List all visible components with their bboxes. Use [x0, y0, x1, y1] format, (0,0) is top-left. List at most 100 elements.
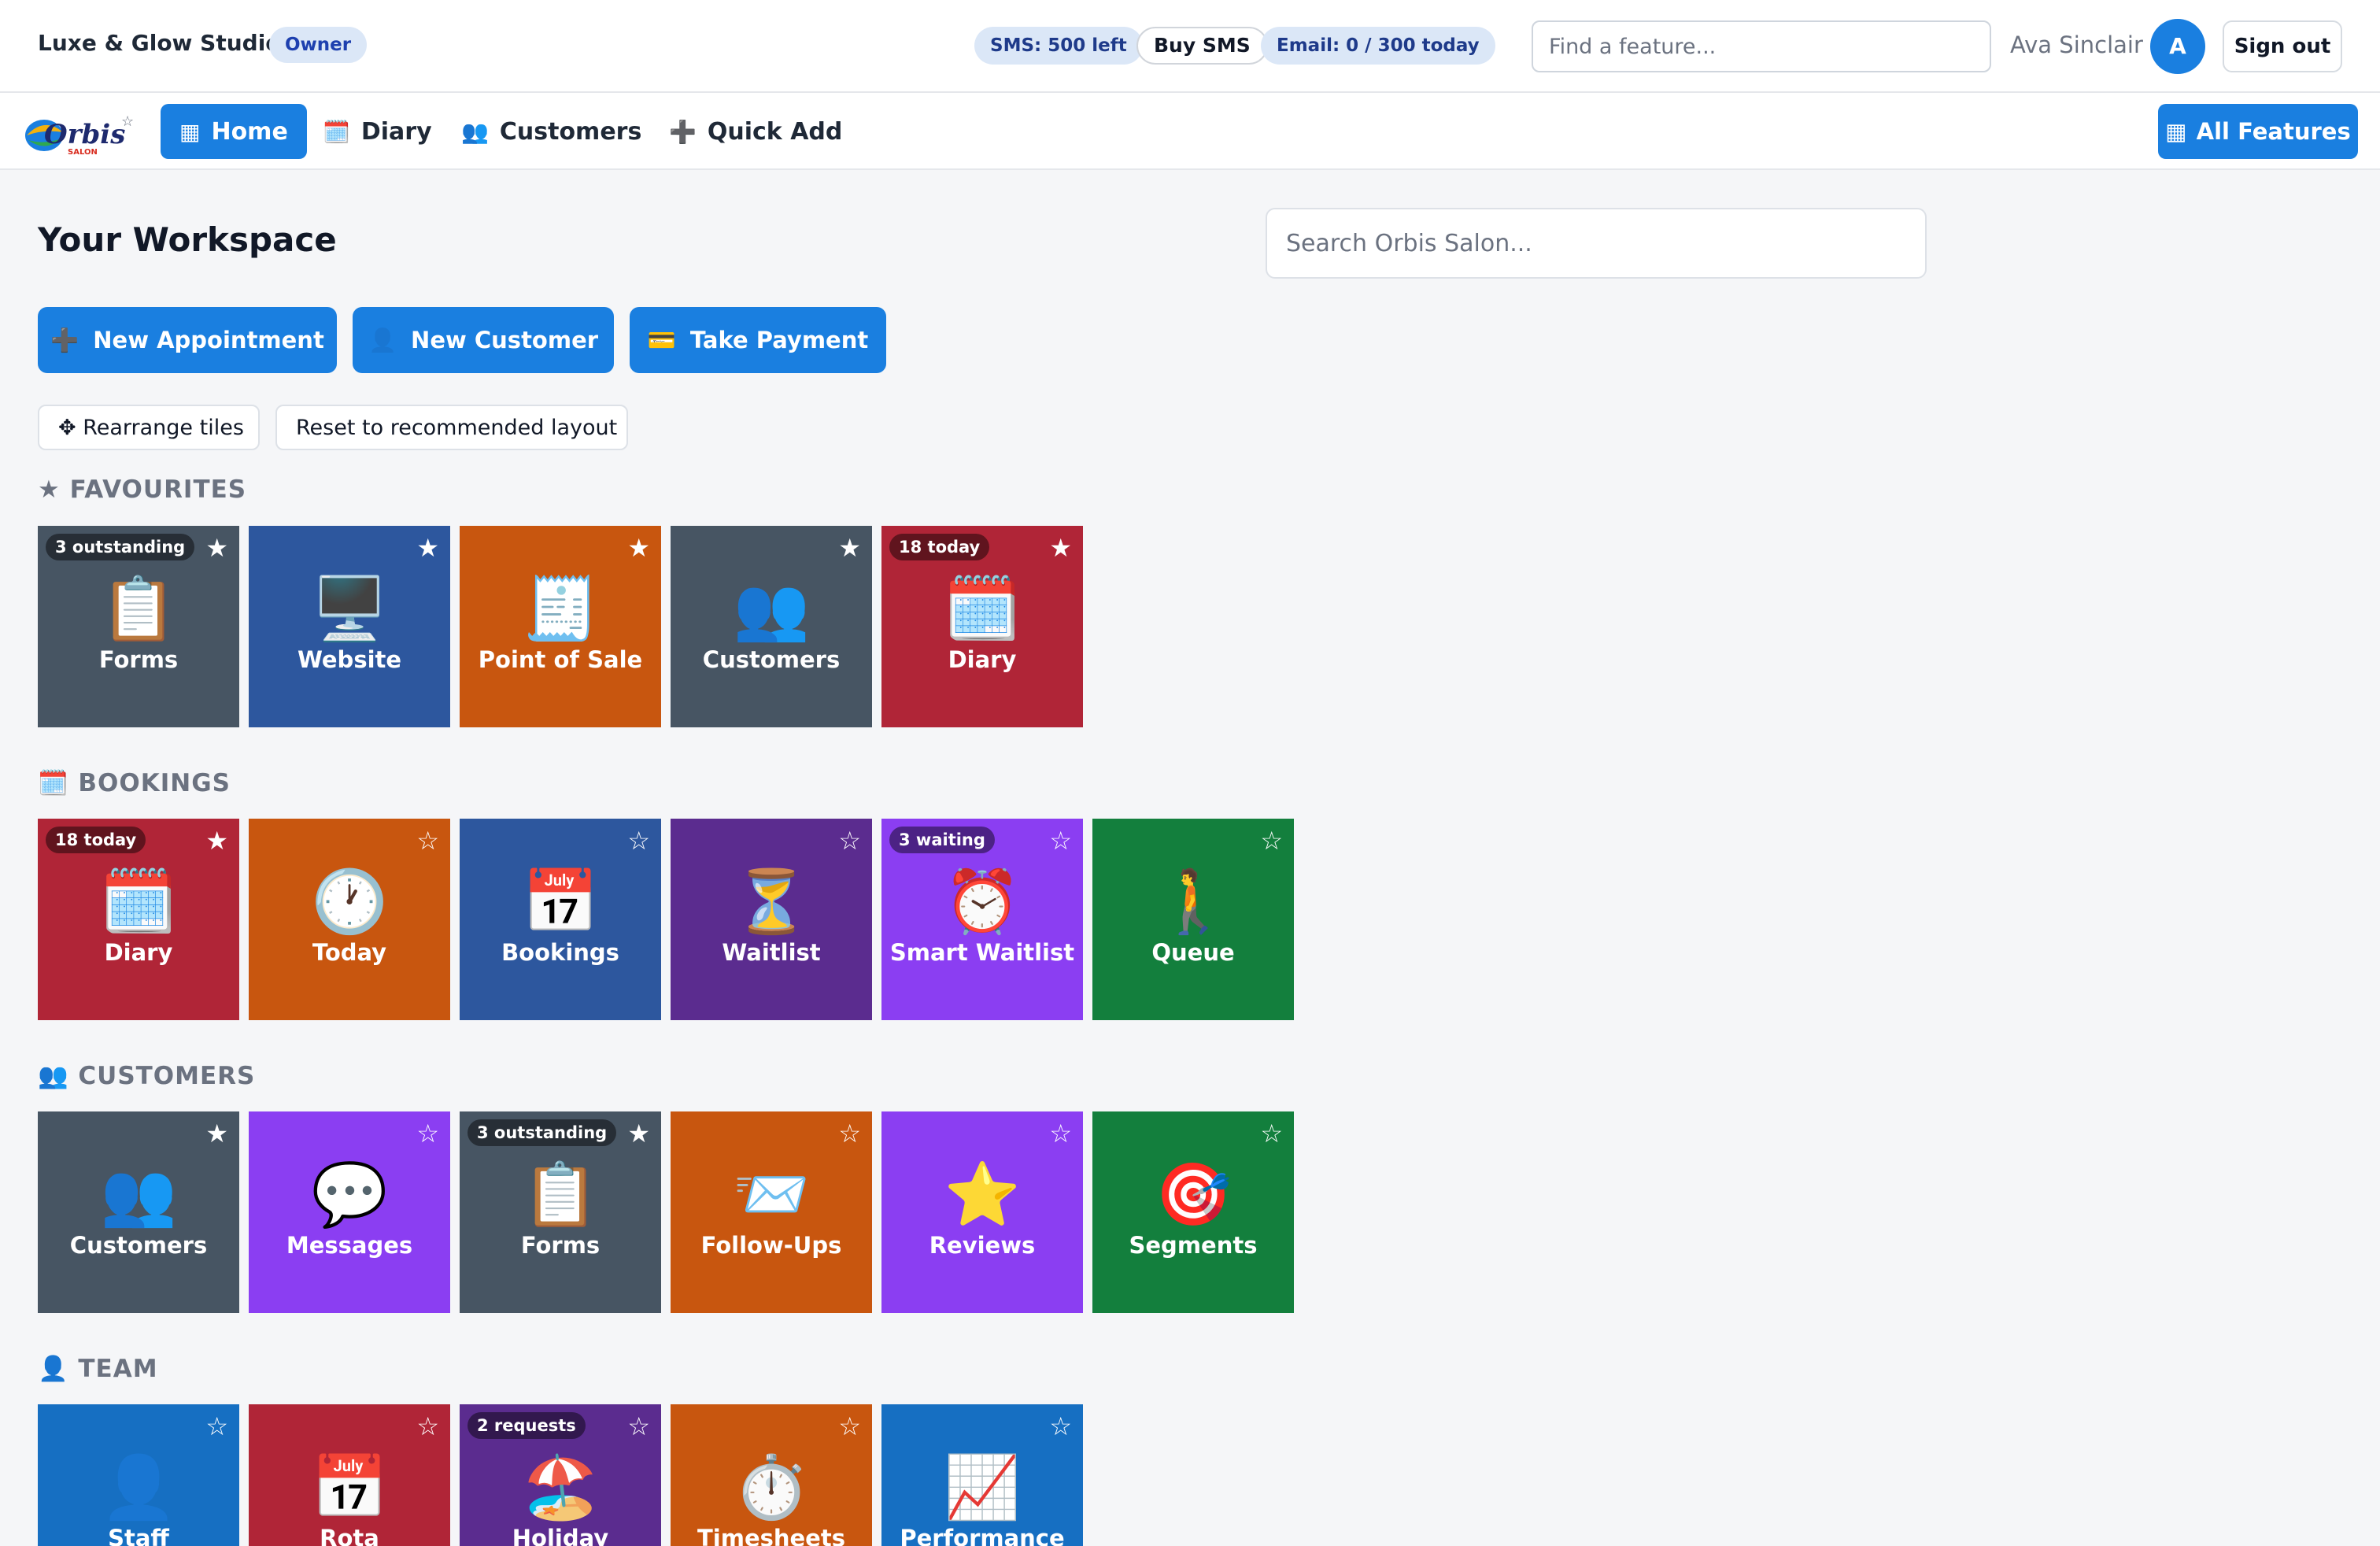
new-customer-button[interactable]: 👤 New Customer	[353, 307, 614, 373]
tile-badge: 2 requests	[468, 1412, 586, 1439]
tile-smart-waitlist[interactable]: 3 waiting ☆ ⏰ Smart Waitlist	[881, 819, 1083, 1020]
star-filled-icon[interactable]: ★	[627, 532, 650, 564]
tile-messages[interactable]: ☆ 💬 Messages	[249, 1111, 450, 1313]
buy-sms-button[interactable]: Buy SMS	[1136, 27, 1268, 65]
tile-icon: 🖥️	[311, 574, 388, 645]
tile-bookings[interactable]: ☆ 📅 Bookings	[460, 819, 661, 1020]
tile-website[interactable]: ★ 🖥️ Website	[249, 526, 450, 727]
tile-icon: 🗓️	[100, 867, 177, 938]
grid-icon: ▦	[2165, 118, 2187, 145]
tile-label: Reviews	[929, 1232, 1036, 1259]
tile-label: Point of Sale	[478, 646, 643, 673]
star-outline-icon[interactable]: ☆	[627, 1411, 650, 1442]
tile-reviews[interactable]: ☆ ⭐ Reviews	[881, 1111, 1083, 1313]
star-filled-icon[interactable]: ★	[205, 1118, 228, 1149]
tile-staff[interactable]: ☆ 👤 Staff	[38, 1404, 239, 1546]
tile-diary[interactable]: 18 today ★ 🗓️ Diary	[38, 819, 239, 1020]
nav-bar: Orbis SALON ☆ ▦ Home 🗓️ Diary 👥 Customer…	[0, 93, 2380, 170]
new-appointment-button[interactable]: ➕ New Appointment	[38, 307, 337, 373]
tile-rota[interactable]: ☆ 📅 Rota	[249, 1404, 450, 1546]
take-payment-button[interactable]: 💳 Take Payment	[630, 307, 886, 373]
star-outline-icon[interactable]: ☆	[838, 1411, 861, 1442]
star-filled-icon[interactable]: ★	[838, 532, 861, 564]
tile-icon: 💬	[311, 1160, 388, 1230]
star-filled-icon[interactable]: ★	[627, 1118, 650, 1149]
tile-icon: ⏰	[944, 867, 1021, 938]
tile-badge: 18 today	[889, 534, 990, 560]
tile-badge: 3 outstanding	[468, 1119, 617, 1146]
star-outline-icon[interactable]: ☆	[1260, 825, 1283, 856]
tile-icon: 🎯	[1155, 1160, 1232, 1230]
tile-label: Follow-Ups	[700, 1232, 842, 1259]
tile-icon: 🚶	[1155, 867, 1232, 938]
tile-label: Waitlist	[722, 939, 821, 966]
email-quota-badge: Email: 0 / 300 today	[1261, 27, 1495, 65]
star-outline-icon[interactable]: ☆	[838, 1118, 861, 1149]
nav-home[interactable]: ▦ Home	[161, 104, 307, 159]
reset-layout-button[interactable]: Reset to recommended layout	[275, 405, 628, 450]
tile-customers[interactable]: ★ 👥 Customers	[38, 1111, 239, 1313]
star-filled-icon[interactable]: ★	[416, 532, 439, 564]
tile-label: Bookings	[501, 939, 619, 966]
nav-quick-add[interactable]: ➕ Quick Add	[650, 104, 861, 159]
tile-icon: 🧾	[522, 574, 599, 645]
nav-quick-add-label: Quick Add	[707, 117, 843, 146]
tile-icon: 🏖️	[522, 1452, 599, 1523]
tile-today[interactable]: ☆ 🕐 Today	[249, 819, 450, 1020]
nav-customers[interactable]: 👥 Customers	[442, 104, 660, 159]
sign-out-button[interactable]: Sign out	[2223, 20, 2342, 72]
tile-label: Segments	[1129, 1232, 1258, 1259]
tile-icon: 👤	[100, 1452, 177, 1523]
studio-name: Luxe & Glow Studio	[38, 30, 281, 56]
all-features-button[interactable]: ▦ All Features	[2158, 104, 2358, 159]
all-features-label: All Features	[2196, 118, 2351, 145]
tile-label: Queue	[1151, 939, 1235, 966]
nav-diary[interactable]: 🗓️ Diary	[304, 104, 451, 159]
tile-follow-ups[interactable]: ☆ 📨 Follow-Ups	[671, 1111, 872, 1313]
tile-badge: 3 waiting	[889, 827, 995, 853]
tile-badge: 3 outstanding	[46, 534, 195, 560]
tile-icon: ⏱️	[733, 1452, 810, 1523]
top-bar: Luxe & Glow Studio Owner SMS: 500 left B…	[0, 0, 2380, 93]
tile-timesheets[interactable]: ☆ ⏱️ Timesheets	[671, 1404, 872, 1546]
star-outline-icon[interactable]: ☆	[1049, 1411, 1072, 1442]
orbis-salon-logo[interactable]: Orbis SALON ☆	[20, 109, 139, 159]
tile-forms[interactable]: 3 outstanding ★ 📋 Forms	[38, 526, 239, 727]
tile-segments[interactable]: ☆ 🎯 Segments	[1092, 1111, 1294, 1313]
people-icon: 👥	[461, 118, 489, 145]
star-outline-icon[interactable]: ☆	[416, 1118, 439, 1149]
tile-label: Today	[312, 939, 387, 966]
star-outline-icon[interactable]: ☆	[1260, 1118, 1283, 1149]
tile-icon: 👥	[100, 1160, 177, 1230]
tile-queue[interactable]: ☆ 🚶 Queue	[1092, 819, 1294, 1020]
tile-label: Smart Waitlist	[889, 939, 1075, 966]
star-outline-icon[interactable]: ☆	[1049, 825, 1072, 856]
star-outline-icon[interactable]: ☆	[416, 825, 439, 856]
star-outline-icon[interactable]: ☆	[416, 1411, 439, 1442]
star-outline-icon[interactable]: ☆	[1049, 1118, 1072, 1149]
tile-icon: ⏳	[733, 867, 810, 938]
tile-point-of-sale[interactable]: ★ 🧾 Point of Sale	[460, 526, 661, 727]
star-outline-icon[interactable]: ☆	[627, 825, 650, 856]
search-input[interactable]	[1266, 208, 1927, 279]
tile-label: Diary	[104, 939, 173, 966]
tile-diary[interactable]: 18 today ★ 🗓️ Diary	[881, 526, 1083, 727]
star-filled-icon[interactable]: ★	[205, 532, 228, 564]
rearrange-tiles-button[interactable]: ✥ Rearrange tiles	[38, 405, 260, 450]
sms-quota-badge: SMS: 500 left	[974, 27, 1143, 65]
tile-performance[interactable]: ☆ 📈 Performance	[881, 1404, 1083, 1546]
tile-icon: 🕐	[311, 867, 388, 938]
star-filled-icon[interactable]: ★	[1049, 532, 1072, 564]
star-outline-icon[interactable]: ☆	[205, 1411, 228, 1442]
tile-holiday-requests[interactable]: 2 requests ☆ 🏖️Holiday Requests	[460, 1404, 661, 1546]
tile-forms[interactable]: 3 outstanding ★ 📋 Forms	[460, 1111, 661, 1313]
avatar[interactable]: A	[2150, 19, 2205, 74]
star-filled-icon[interactable]: ★	[205, 825, 228, 856]
tile-customers[interactable]: ★ 👥 Customers	[671, 526, 872, 727]
tile-icon: 📨	[733, 1160, 810, 1230]
find-feature-input[interactable]	[1532, 20, 1991, 72]
star-outline-icon[interactable]: ☆	[838, 825, 861, 856]
tile-waitlist[interactable]: ☆ ⏳ Waitlist	[671, 819, 872, 1020]
page-title: Your Workspace	[38, 220, 337, 259]
role-badge: Owner	[269, 27, 368, 63]
